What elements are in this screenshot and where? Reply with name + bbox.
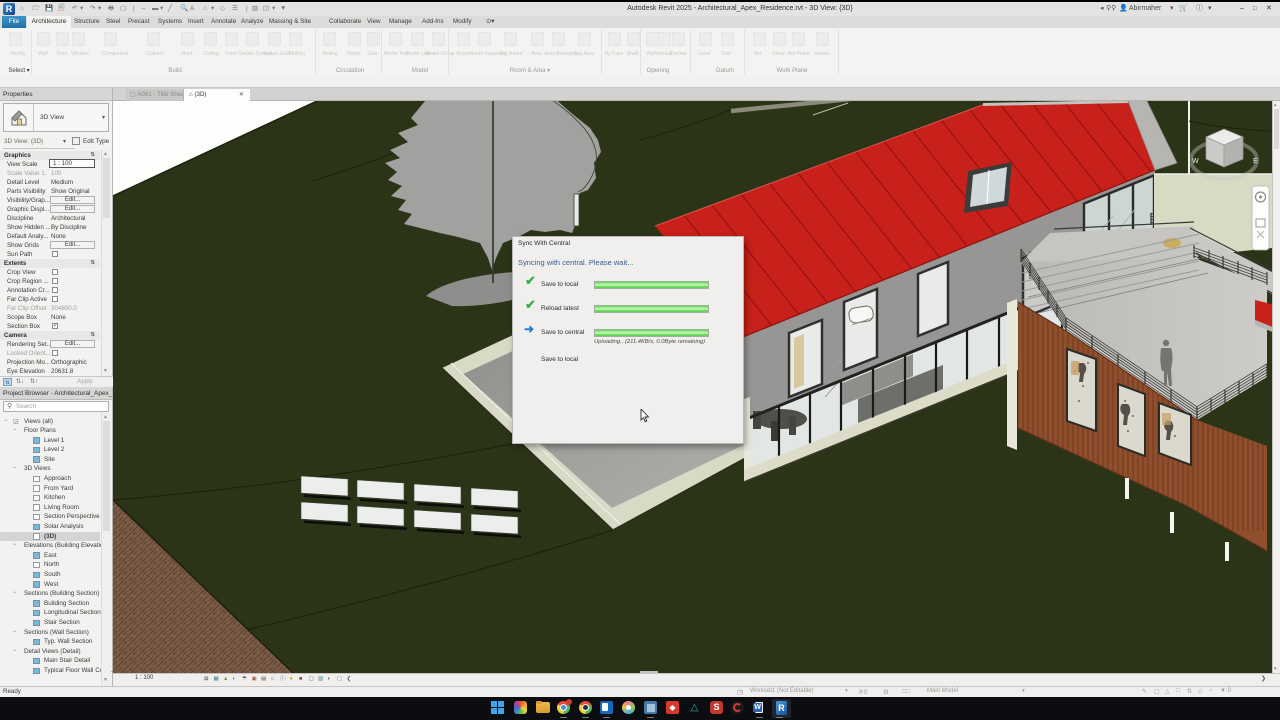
svg-text:W: W: [1192, 158, 1199, 165]
svg-text:E: E: [1253, 158, 1258, 165]
